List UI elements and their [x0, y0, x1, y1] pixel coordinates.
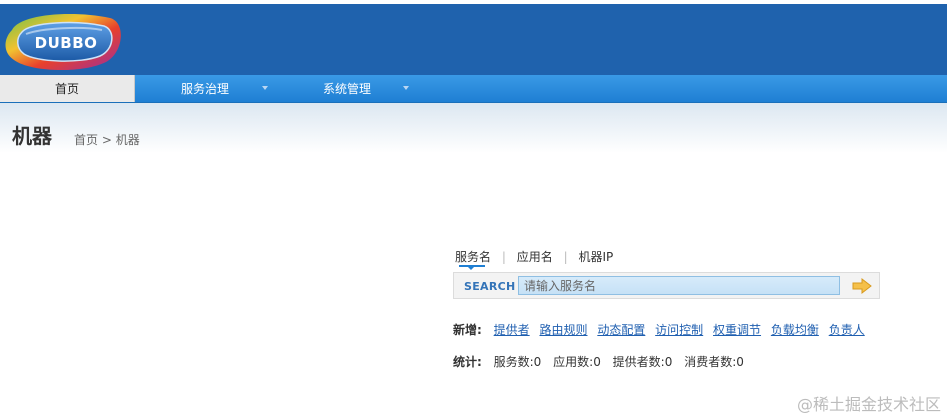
breadcrumb-current: 机器	[115, 133, 140, 147]
tab-machine-ip[interactable]: 机器IP	[578, 248, 613, 265]
tab-divider: |	[501, 250, 506, 264]
stat-applications: 应用数:0	[553, 355, 601, 369]
stats-label: 统计:	[453, 355, 482, 369]
add-owner-link[interactable]: 负责人	[829, 323, 865, 337]
search-tabs: 服务名 | 应用名 | 机器IP	[455, 248, 613, 264]
breadcrumb: 首页 > 机器	[74, 131, 140, 148]
nav-services-label: 服务治理	[181, 82, 230, 96]
app-header: DUBBO	[0, 4, 947, 75]
chevron-down-icon	[403, 86, 409, 90]
nav-system-menu[interactable]: 系统管理	[291, 75, 411, 102]
search-label: SEARCH	[464, 280, 516, 293]
logo-text: DUBBO	[34, 34, 98, 52]
search-submit-arrow	[852, 277, 872, 295]
tab-app-name[interactable]: 应用名	[517, 248, 553, 265]
main-nav: 首页 服务治理 系统管理	[0, 75, 947, 103]
quick-add-row: 新增: 提供者 路由规则 动态配置 访问控制 权重调节 负载均衡 负责人	[453, 321, 871, 338]
add-route-link[interactable]: 路由规则	[539, 323, 587, 337]
add-load-balance-link[interactable]: 负载均衡	[771, 323, 819, 337]
breadcrumb-home[interactable]: 首页	[74, 133, 98, 147]
tab-service-name[interactable]: 服务名	[455, 248, 491, 265]
nav-system-label: 系统管理	[323, 82, 372, 96]
quick-add-label: 新增:	[453, 323, 482, 337]
stat-consumers: 消费者数:0	[684, 355, 744, 369]
nav-services-menu[interactable]: 服务治理	[150, 75, 268, 102]
tab-divider: |	[563, 250, 568, 264]
stat-providers: 提供者数:0	[612, 355, 673, 369]
stat-services: 服务数:0	[493, 355, 542, 369]
nav-home[interactable]: 首页	[0, 75, 135, 102]
add-weight-link[interactable]: 权重调节	[713, 323, 761, 337]
watermark: @稀土掘金技术社区	[796, 395, 941, 414]
breadcrumb-separator: >	[101, 133, 112, 147]
dubbo-logo[interactable]: DUBBO	[2, 10, 126, 72]
search-bar: SEARCH	[453, 272, 880, 299]
page-title: 机器	[12, 124, 52, 148]
add-access-control-link[interactable]: 访问控制	[655, 323, 703, 337]
chevron-down-icon	[262, 86, 268, 90]
page-header-bar	[0, 103, 947, 153]
search-input[interactable]	[518, 276, 840, 295]
active-tab-notch	[468, 267, 474, 270]
add-provider-link[interactable]: 提供者	[494, 323, 530, 337]
arrow-right-icon[interactable]	[851, 277, 873, 295]
add-dynamic-config-link[interactable]: 动态配置	[597, 323, 645, 337]
stats-row: 统计: 服务数:0 应用数:0 提供者数:0 消费者数:0	[453, 353, 752, 370]
